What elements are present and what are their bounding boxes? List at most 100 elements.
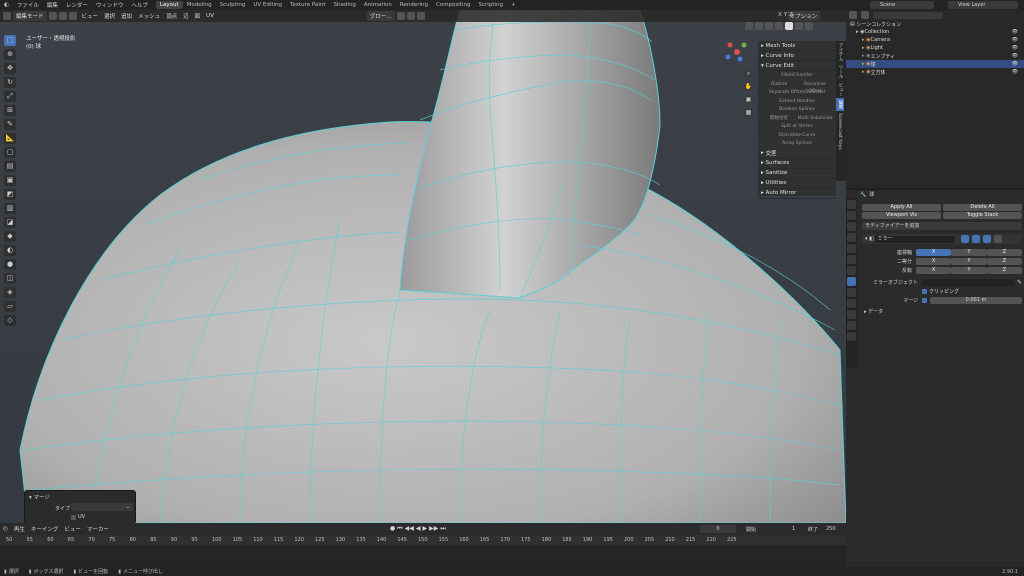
prev-key-icon[interactable]: ◀◀ xyxy=(405,525,414,533)
annotate-tool-icon[interactable]: ✎ xyxy=(4,119,16,130)
outliner-item[interactable]: ▸ ◉ Light 👁 xyxy=(846,44,1024,52)
material-shading-icon[interactable] xyxy=(795,22,803,30)
rendered-shading-icon[interactable] xyxy=(805,22,813,30)
select-box-tool-icon[interactable]: ⬚ xyxy=(4,35,16,46)
x-toggle[interactable]: X xyxy=(778,12,782,18)
bisect-y-button[interactable]: Y xyxy=(951,258,987,265)
spin-tool-icon[interactable]: ◐ xyxy=(4,245,16,256)
merge-checkbox[interactable] xyxy=(922,297,927,303)
end-frame-field[interactable]: 250 xyxy=(826,526,836,532)
particles-tab-icon[interactable] xyxy=(847,288,856,297)
menu-timeline-view[interactable]: ビュー xyxy=(61,524,84,534)
tool-tab-icon[interactable] xyxy=(847,200,856,209)
discretize-curve-button[interactable]: Discretize Curve xyxy=(761,132,833,140)
shear-tool-icon[interactable]: ▱ xyxy=(4,301,16,312)
tab-edit[interactable]: 編集 xyxy=(836,98,844,111)
section-surfaces[interactable]: ▸ Surfaces xyxy=(758,159,836,169)
shrink-fatten-tool-icon[interactable]: ◈ xyxy=(4,287,16,298)
section-utilities[interactable]: ▸ Utilities xyxy=(758,179,836,189)
clipping-checkbox[interactable] xyxy=(922,289,927,294)
boolean-splines-button[interactable]: Boolean Splines xyxy=(761,106,833,114)
outliner-item[interactable]: ▸ ◉ 球 👁 xyxy=(846,60,1024,68)
tab-scripting[interactable]: Scripting xyxy=(474,1,506,9)
tab-compositing[interactable]: Compositing xyxy=(432,1,474,9)
outliner-editor-icon[interactable] xyxy=(849,11,857,19)
viewport-vis-button[interactable]: Viewport Vis xyxy=(862,212,941,219)
data-tab-icon[interactable] xyxy=(847,321,856,330)
menu-mesh[interactable]: メッシュ xyxy=(135,11,163,21)
separate-offset-button[interactable]: Separate Offset/Selected xyxy=(761,89,833,97)
camera-view-icon[interactable]: ▣ xyxy=(744,95,753,104)
section-curve-info[interactable]: ▸ Curve Info xyxy=(758,51,836,61)
array-splines-button[interactable]: Array Splines xyxy=(761,140,833,148)
menu-render[interactable]: レンダー xyxy=(62,1,92,9)
bisect-z-button[interactable]: Z xyxy=(986,258,1022,265)
modifier-tab-icon[interactable] xyxy=(847,277,856,286)
scene-collection-row[interactable]: ▤ シーンコレクション xyxy=(846,20,1024,28)
section-auto-mirror[interactable]: ▸ Auto Mirror xyxy=(758,189,836,199)
mirror-modifier-header[interactable]: ▾ ◧ ミラー xyxy=(862,234,1022,244)
vertex-select-icon[interactable] xyxy=(48,12,57,20)
dropdown-icon[interactable] xyxy=(994,235,1003,243)
rip-tool-icon[interactable]: ◇ xyxy=(4,315,16,326)
editmode-icon[interactable] xyxy=(961,235,970,243)
scene-tab-icon[interactable] xyxy=(847,244,856,253)
mirror-object-field[interactable] xyxy=(922,278,1014,286)
delete-all-button[interactable]: Delete All xyxy=(943,204,1022,211)
output-tab-icon[interactable] xyxy=(847,222,856,231)
smooth-tool-icon[interactable]: ● xyxy=(4,259,16,270)
merge-distance-field[interactable]: 0.001 m xyxy=(930,296,1022,304)
pan-hand-icon[interactable]: ✋ xyxy=(744,82,753,91)
uv-checkbox-row[interactable]: UV xyxy=(71,514,85,520)
start-frame-field[interactable]: 1 xyxy=(792,526,795,532)
poly-build-tool-icon[interactable]: ◆ xyxy=(4,231,16,242)
render-icon[interactable] xyxy=(983,235,992,243)
menu-playback[interactable]: 再生 xyxy=(11,524,28,534)
perspective-toggle-icon[interactable]: ▦ xyxy=(744,108,753,117)
section-mesh-tools[interactable]: ▸ Mesh Tools xyxy=(758,41,836,51)
timeline-type-icon[interactable]: ◴ xyxy=(0,525,11,533)
tab-view[interactable]: ビュー xyxy=(836,81,844,99)
axis-y-button[interactable]: Y xyxy=(951,249,987,256)
eyedropper-icon[interactable]: ✎ xyxy=(1017,279,1022,286)
apply-all-button[interactable]: Apply All xyxy=(862,204,941,211)
inset-tool-icon[interactable]: ▣ xyxy=(4,175,16,186)
move-tool-icon[interactable]: ✥ xyxy=(4,63,16,74)
blender-logo-icon[interactable]: ◐ xyxy=(0,2,13,8)
cursor-tool-icon[interactable]: ⊕ xyxy=(4,49,16,60)
mode-selector[interactable]: 編集モード xyxy=(13,11,47,21)
tab-uv-editing[interactable]: UV Editing xyxy=(249,1,286,9)
add-modifier-dropdown[interactable]: モディファイアーを追加 xyxy=(862,222,1022,230)
multi-subdivide-button[interactable]: Multi Subdivide xyxy=(797,115,833,123)
menu-keying[interactable]: キーイング xyxy=(28,524,62,534)
knife-tool-icon[interactable]: ◪ xyxy=(4,217,16,228)
world-tab-icon[interactable] xyxy=(847,255,856,264)
outline-button[interactable]: Outline xyxy=(761,81,797,89)
recursive-offset-button[interactable]: Recursive Offset xyxy=(797,81,833,95)
edge-slide-tool-icon[interactable]: ◫ xyxy=(4,273,16,284)
view-layer-tab-icon[interactable] xyxy=(847,233,856,242)
menu-edge[interactable]: 辺 xyxy=(180,11,192,21)
eye-icon[interactable]: 👁 xyxy=(1012,37,1018,43)
eye-icon[interactable]: 👁 xyxy=(1012,53,1018,59)
tab-shading[interactable]: Shading xyxy=(330,1,360,9)
start-near-button[interactable]: 開始付近 xyxy=(761,115,797,123)
face-select-icon[interactable] xyxy=(68,12,77,20)
tab-layout[interactable]: Layout xyxy=(155,1,183,9)
measure-tool-icon[interactable]: 📐 xyxy=(4,133,16,144)
eye-icon[interactable]: 👁 xyxy=(1012,61,1018,67)
outliner-item[interactable]: ▸ ◉ 立方体 👁 xyxy=(846,68,1024,76)
flip-y-button[interactable]: Y xyxy=(951,267,987,274)
3d-viewport[interactable]: 編集モード ビュー 選択 追加 メッシュ 頂点 辺 面 UV グロー... オプ… xyxy=(0,10,846,523)
tab-animation[interactable]: Animation xyxy=(360,1,396,9)
uv-checkbox[interactable] xyxy=(71,514,76,520)
material-tab-icon[interactable] xyxy=(847,332,856,341)
fillet-chamfer-button[interactable]: Fillet/Chamfer xyxy=(761,72,833,80)
play-icon[interactable]: ▶ xyxy=(423,525,428,533)
tab-modeling[interactable]: Modeling xyxy=(183,1,216,9)
render-tab-icon[interactable] xyxy=(847,211,856,220)
pivot-icon[interactable] xyxy=(396,12,405,20)
outliner-item[interactable]: ▸ ◉ エンプティ 👁 xyxy=(846,52,1024,60)
menu-window[interactable]: ウィンドウ xyxy=(92,1,128,9)
next-key-icon[interactable]: ▶▶ xyxy=(429,525,438,533)
